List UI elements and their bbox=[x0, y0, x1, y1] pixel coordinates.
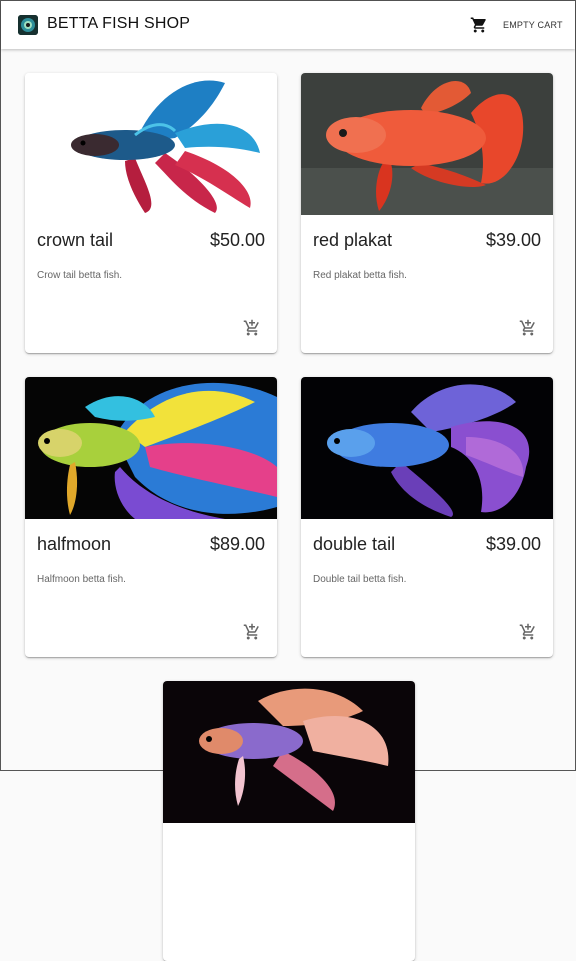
product-price: $50.00 bbox=[209, 230, 265, 250]
add-shopping-cart-icon bbox=[519, 319, 535, 336]
red-plakat-betta-image bbox=[301, 73, 553, 215]
product-card: double tail $39.00 Double tail betta fis… bbox=[301, 377, 553, 657]
betta-fish-image bbox=[163, 681, 415, 823]
add-to-cart-button[interactable] bbox=[243, 623, 263, 643]
product-price: $89.00 bbox=[209, 534, 265, 554]
product-price: $39.00 bbox=[485, 534, 541, 554]
product-card: crown tail $50.00 Crow tail betta fish. bbox=[25, 73, 277, 353]
logo-icon bbox=[18, 15, 38, 35]
product-name: red plakat bbox=[313, 230, 393, 250]
product-card: halfmoon $89.00 Halfmoon betta fish. bbox=[25, 377, 277, 657]
product-name: halfmoon bbox=[37, 534, 112, 554]
crown-tail-betta-image bbox=[25, 73, 277, 215]
halfmoon-betta-image bbox=[25, 377, 277, 519]
add-to-cart-button[interactable] bbox=[519, 623, 539, 643]
product-card: red plakat $39.00 Red plakat betta fish. bbox=[301, 73, 553, 353]
product-description: Double tail betta fish. bbox=[313, 574, 407, 585]
app-bar: BETTA FISH SHOP EMPTY CART bbox=[1, 1, 575, 49]
add-shopping-cart-icon bbox=[243, 623, 259, 640]
add-to-cart-button[interactable] bbox=[243, 319, 263, 339]
product-description: Crow tail betta fish. bbox=[37, 270, 123, 281]
double-tail-betta-image bbox=[301, 377, 553, 519]
app-title: BETTA FISH SHOP bbox=[47, 15, 191, 32]
empty-cart-button[interactable]: EMPTY CART bbox=[497, 15, 569, 35]
product-name: crown tail bbox=[37, 230, 114, 250]
product-price: $39.00 bbox=[485, 230, 541, 250]
add-to-cart-button[interactable] bbox=[519, 319, 539, 339]
product-description: Halfmoon betta fish. bbox=[37, 574, 126, 585]
shopping-cart-icon[interactable] bbox=[470, 16, 488, 34]
product-description: Red plakat betta fish. bbox=[313, 270, 407, 281]
product-card bbox=[163, 681, 415, 961]
add-shopping-cart-icon bbox=[519, 623, 535, 640]
product-name: double tail bbox=[313, 534, 396, 554]
add-shopping-cart-icon bbox=[243, 319, 259, 336]
